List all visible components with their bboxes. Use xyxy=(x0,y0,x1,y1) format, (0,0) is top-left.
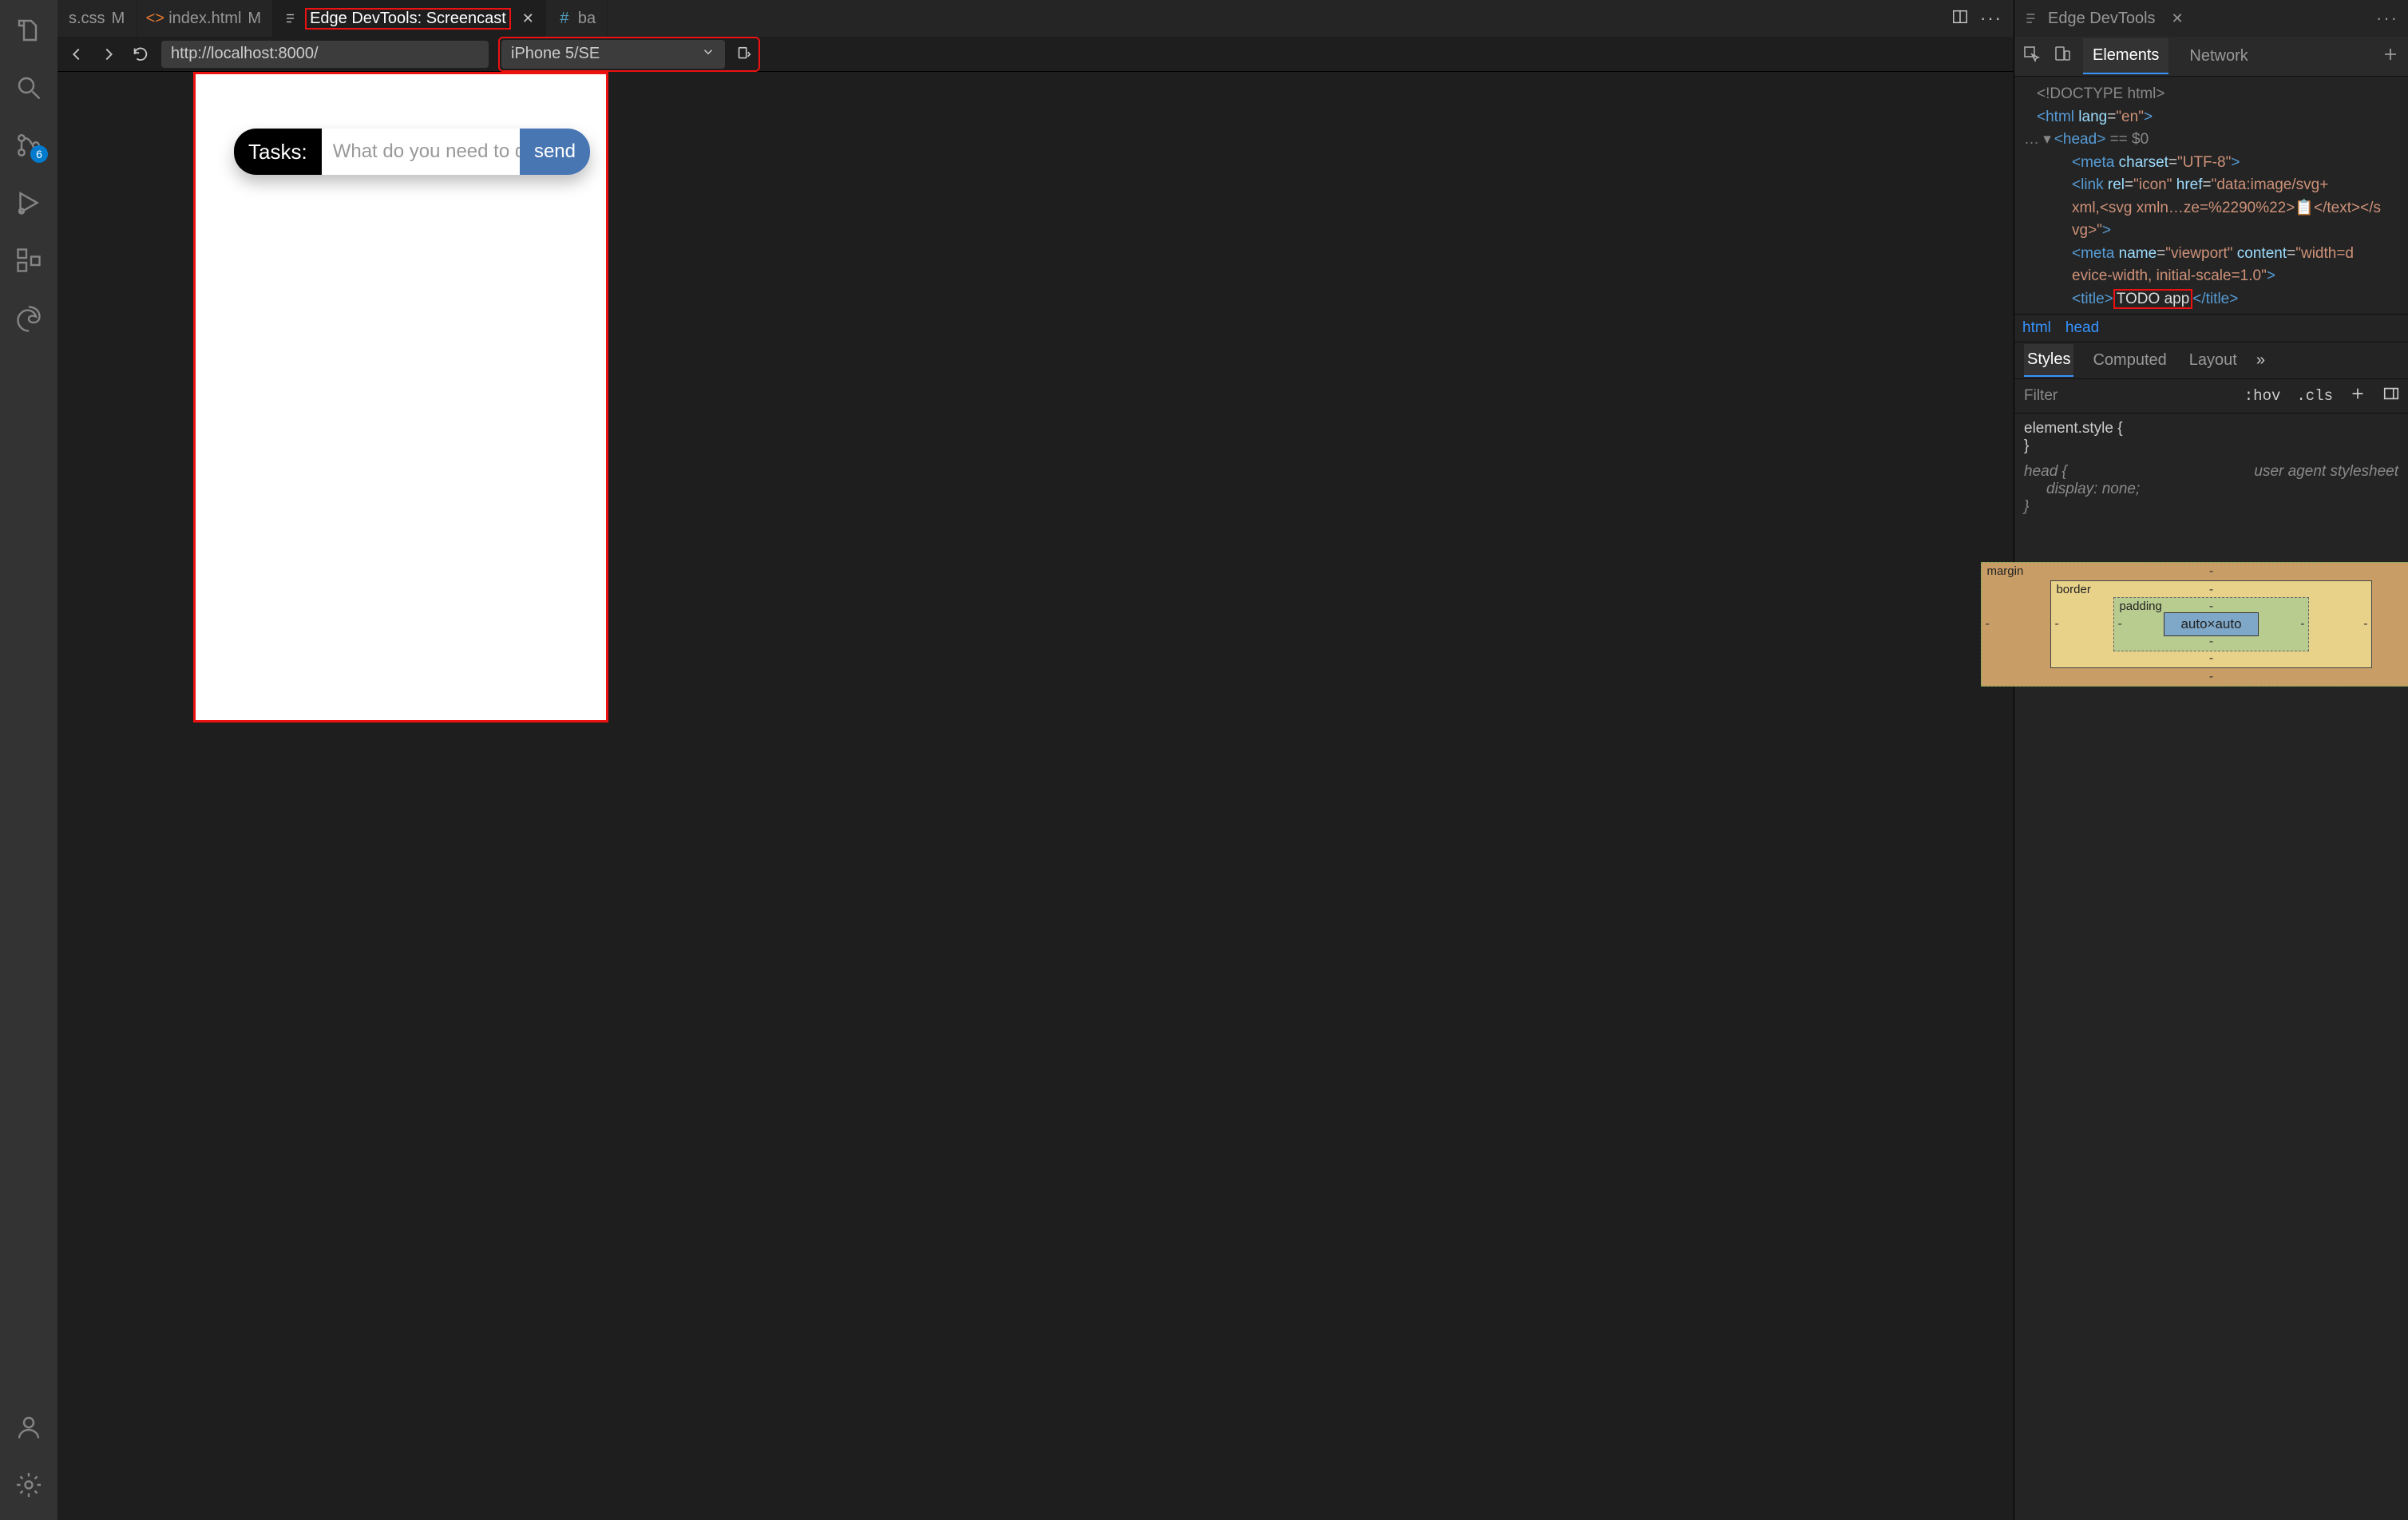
devtools-tabbar: Edge DevTools ✕ ··· xyxy=(2014,0,2408,37)
hov-toggle[interactable]: :hov xyxy=(2236,387,2289,405)
chevron-down-icon xyxy=(701,45,715,64)
edge-icon[interactable] xyxy=(6,295,51,340)
html-file-icon: <> xyxy=(148,11,162,26)
tab-label: Edge DevTools xyxy=(2048,10,2156,28)
extensions-icon[interactable] xyxy=(6,238,51,283)
editor-tabbar: s.css M <> index.html M Edge DevTools: S… xyxy=(57,0,2014,37)
screencast-navbar: http://localhost:8000/ iPhone 5/SE xyxy=(57,37,2014,72)
toggle-sidebar-icon[interactable] xyxy=(2374,385,2408,407)
activity-bar: 6 xyxy=(0,0,57,1520)
box-padding[interactable]: padding - - - - auto×auto xyxy=(2113,597,2308,651)
close-icon[interactable]: ✕ xyxy=(522,10,534,27)
device-label: iPhone 5/SE xyxy=(511,45,600,63)
tab-label: Edge DevTools: Screencast xyxy=(305,8,511,30)
tab-base[interactable]: # ba xyxy=(546,0,608,37)
dom-node[interactable]: <link rel="icon" href="data:image/svg+ xyxy=(2024,174,2402,197)
url-input[interactable]: http://localhost:8000/ xyxy=(161,41,489,68)
css-id-icon: # xyxy=(557,11,572,26)
nav-forward-icon[interactable] xyxy=(97,43,120,65)
modified-indicator: M xyxy=(248,10,261,28)
dom-node[interactable]: <html lang="en"> xyxy=(2024,106,2402,129)
explorer-icon[interactable] xyxy=(6,8,51,53)
styles-rules[interactable]: element.style { } user agent stylesheet … xyxy=(2014,414,2408,522)
more-actions-icon[interactable]: ··· xyxy=(2376,8,2398,29)
more-tabs-icon[interactable]: » xyxy=(2256,351,2265,370)
layout-tab[interactable]: Layout xyxy=(2186,345,2240,376)
bm-label-border: border xyxy=(2056,583,2090,596)
dom-node: vg>"> xyxy=(2024,220,2402,243)
rule-declaration[interactable]: display: none; xyxy=(2024,481,2398,498)
search-icon[interactable] xyxy=(6,65,51,110)
add-tab-icon[interactable] xyxy=(2381,45,2400,68)
emulated-device-frame: Tasks: What do you need to do send xyxy=(193,72,608,722)
device-emulation-select[interactable]: iPhone 5/SE xyxy=(501,40,725,69)
account-icon[interactable] xyxy=(6,1405,51,1450)
editor-actions: ··· xyxy=(1940,0,2014,37)
dom-node[interactable]: <meta name="viewport" content="width=d xyxy=(2024,243,2402,266)
dom-node: xml,<svg xmln…ze=%2290%22>📋</text></s xyxy=(2024,197,2402,220)
device-toggle-icon[interactable] xyxy=(2053,45,2072,68)
box-margin[interactable]: margin - - - - border - - - - padding - … xyxy=(1981,562,2408,687)
devtools-panel: Edge DevTools ✕ ··· Elements Network <!D… xyxy=(2014,0,2408,1520)
network-tab[interactable]: Network xyxy=(2180,39,2257,73)
preview-icon xyxy=(284,11,299,26)
rule-brace: } xyxy=(2024,498,2398,516)
dom-node: evice-width, initial-scale=1.0"> xyxy=(2024,265,2402,288)
crumb-head[interactable]: head xyxy=(2065,319,2099,337)
nav-back-icon[interactable] xyxy=(65,43,88,65)
dom-node[interactable]: <meta charset="UTF-8"> xyxy=(2024,152,2402,175)
dom-tree[interactable]: <!DOCTYPE html> <html lang="en"> … ▾<hea… xyxy=(2014,77,2408,314)
breadcrumb: html head xyxy=(2014,314,2408,342)
tab-index-html[interactable]: <> index.html M xyxy=(137,0,273,37)
rule-head[interactable]: user agent stylesheet head { xyxy=(2024,463,2398,481)
rule-brace: } xyxy=(2024,437,2398,455)
source-control-icon[interactable]: 6 xyxy=(6,123,51,168)
split-editor-icon[interactable] xyxy=(1951,8,1969,30)
send-button[interactable]: send xyxy=(520,129,590,175)
dom-node[interactable]: <!DOCTYPE html> xyxy=(2037,85,2165,102)
close-icon[interactable]: ✕ xyxy=(2172,10,2184,27)
more-actions-icon[interactable]: ··· xyxy=(1980,8,2002,29)
computed-tab[interactable]: Computed xyxy=(2089,345,2169,376)
box-model: margin - - - - border - - - - padding - … xyxy=(2014,522,2408,1520)
elements-tab[interactable]: Elements xyxy=(2083,38,2168,74)
screencast-viewport: Tasks: What do you need to do send xyxy=(57,72,2014,1520)
nav-reload-icon[interactable] xyxy=(129,43,152,65)
todo-form: Tasks: What do you need to do send xyxy=(234,129,590,175)
devtools-tab[interactable]: Edge DevTools ✕ xyxy=(2024,10,2184,28)
dom-node-title[interactable]: <title>TODO app</title> xyxy=(2024,288,2402,311)
editor-group-screencast: s.css M <> index.html M Edge DevTools: S… xyxy=(57,0,2014,1520)
styles-tab[interactable]: Styles xyxy=(2024,344,2073,377)
devtools-toolbar: Elements Network xyxy=(2014,37,2408,77)
new-style-rule-icon[interactable] xyxy=(2341,385,2374,407)
crumb-html[interactable]: html xyxy=(2022,319,2051,337)
tab-label: s.css xyxy=(69,10,105,28)
ua-label: user agent stylesheet xyxy=(2254,463,2398,481)
cls-toggle[interactable]: .cls xyxy=(2288,387,2341,405)
styles-filterbar: Filter :hov .cls xyxy=(2014,378,2408,414)
tab-label: index.html xyxy=(168,10,241,28)
bm-label-margin: margin xyxy=(1986,564,2023,578)
rotate-device-icon[interactable] xyxy=(731,42,757,67)
box-border[interactable]: border - - - - padding - - - - auto×auto xyxy=(2050,580,2371,668)
rule-element-style[interactable]: element.style { xyxy=(2024,420,2398,437)
modified-indicator: M xyxy=(112,10,125,28)
scm-badge: 6 xyxy=(30,145,48,163)
box-content[interactable]: auto×auto xyxy=(2164,612,2258,636)
tab-screencast[interactable]: Edge DevTools: Screencast ✕ xyxy=(273,0,546,37)
tab-css[interactable]: s.css M xyxy=(57,0,137,37)
title-text[interactable]: TODO app xyxy=(2113,289,2193,309)
dom-node-head[interactable]: … ▾<head> == $0 xyxy=(2024,129,2402,152)
bm-label-padding: padding xyxy=(2119,600,2161,613)
styles-tabbar: Styles Computed Layout » xyxy=(2014,342,2408,378)
tasks-label: Tasks: xyxy=(234,129,322,175)
styles-filter-input[interactable]: Filter xyxy=(2014,387,2236,405)
task-input[interactable]: What do you need to do xyxy=(322,129,520,175)
tab-label: ba xyxy=(578,10,596,28)
run-debug-icon[interactable] xyxy=(6,180,51,225)
inspect-element-icon[interactable] xyxy=(2022,45,2042,68)
settings-gear-icon[interactable] xyxy=(6,1463,51,1507)
